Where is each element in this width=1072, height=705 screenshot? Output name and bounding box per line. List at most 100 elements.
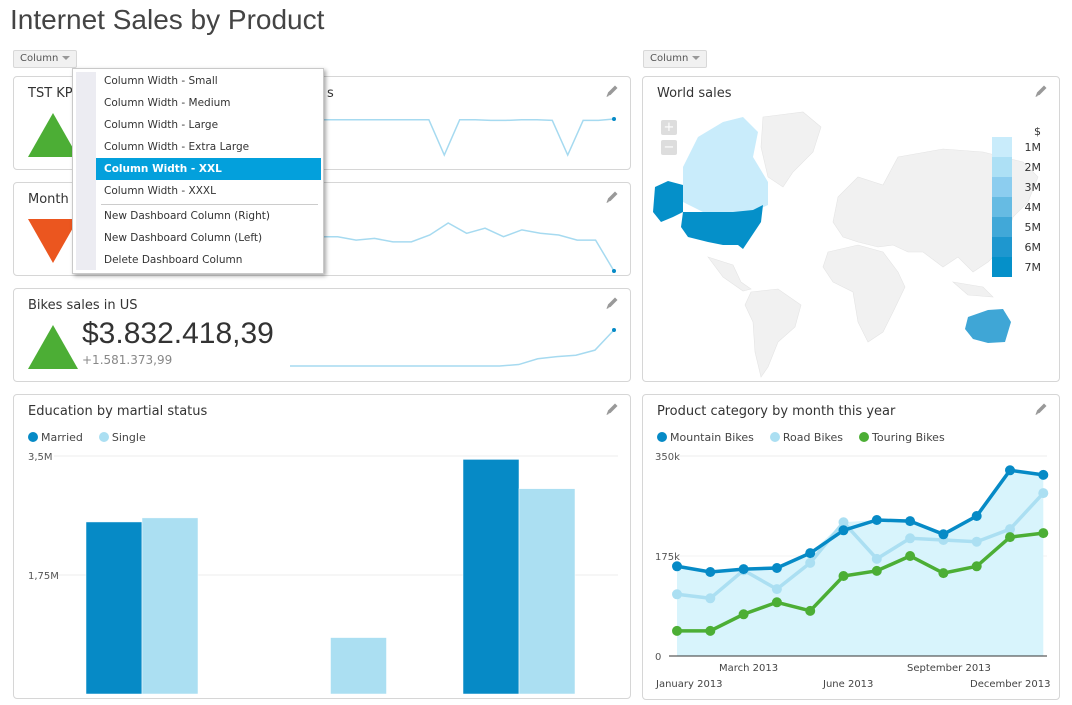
point-touring-bikes[interactable] — [705, 625, 716, 636]
point-mountain-bikes[interactable] — [971, 511, 982, 521]
point-touring-bikes[interactable] — [971, 561, 982, 572]
chevron-down-icon — [692, 56, 701, 60]
page-title: Internet Sales by Product — [10, 4, 325, 35]
map-africa — [822, 244, 906, 343]
map-legend-swatch — [992, 157, 1012, 177]
kpi-card-bikes-us: Bikes sales in US $3.832.418,39 +1.581.3… — [13, 288, 631, 382]
point-road-bikes[interactable] — [871, 553, 882, 564]
map-canada — [683, 117, 768, 212]
product-category-chart-card: Product category by month this year Moun… — [642, 394, 1060, 700]
map-australia — [965, 309, 1011, 343]
map-legend-swatch — [992, 257, 1012, 277]
point-touring-bikes[interactable] — [805, 605, 816, 616]
menu-item-width-small[interactable]: Column Width - Small — [96, 70, 321, 92]
bar-single[interactable] — [141, 517, 199, 695]
map-legend-swatch — [992, 217, 1012, 237]
world-map[interactable]: 1M 2M 3M 4M 5M 6M 7M $ — [643, 77, 1060, 382]
point-mountain-bikes[interactable] — [705, 567, 716, 577]
map-legend-label: 6M — [1025, 241, 1042, 254]
bar-married[interactable] — [462, 459, 520, 695]
column-dropdown-right[interactable]: Column — [643, 50, 708, 68]
point-road-bikes[interactable] — [805, 557, 816, 568]
sparkline-last-point — [612, 269, 616, 273]
map-legend-unit: $ — [1034, 125, 1041, 138]
menu-item-width-xxl[interactable]: Column Width - XXL — [96, 158, 321, 180]
sparkline-line — [290, 118, 615, 157]
y-tick-label: 175k — [655, 552, 680, 563]
point-road-bikes[interactable] — [971, 536, 982, 547]
point-touring-bikes[interactable] — [1005, 532, 1015, 543]
y-tick-label: 3,5M — [28, 452, 53, 463]
menu-item-width-medium[interactable]: Column Width - Medium — [96, 92, 321, 114]
point-road-bikes[interactable] — [672, 589, 682, 600]
point-road-bikes[interactable] — [905, 533, 916, 544]
map-greenland — [760, 111, 822, 188]
y-tick-label: 1,75M — [28, 571, 59, 582]
point-mountain-bikes[interactable] — [1038, 469, 1049, 480]
bar-chart: 3,5M 1,75M — [28, 452, 618, 695]
point-mountain-bikes[interactable] — [905, 516, 916, 527]
map-legend-label: 5M — [1025, 221, 1042, 234]
menu-item-width-extra-large[interactable]: Column Width - Extra Large — [96, 136, 321, 158]
education-chart-card: Education by martial status Married Sing… — [13, 394, 631, 699]
map-legend-label: 3M — [1025, 181, 1042, 194]
point-touring-bikes[interactable] — [838, 571, 849, 581]
sparkline-line — [290, 329, 615, 367]
point-road-bikes[interactable] — [705, 593, 716, 604]
y-tick-label: 0 — [655, 652, 661, 663]
map-legend-label: 1M — [1025, 141, 1042, 154]
column-label: Column — [20, 53, 59, 64]
bar-single[interactable] — [518, 488, 576, 695]
point-road-bikes[interactable] — [1038, 488, 1049, 499]
point-touring-bikes[interactable] — [938, 568, 949, 579]
point-mountain-bikes[interactable] — [738, 564, 749, 575]
point-touring-bikes[interactable] — [871, 565, 882, 576]
map-legend-label: 7M — [1025, 261, 1042, 274]
point-mountain-bikes[interactable] — [871, 515, 882, 525]
world-sales-card: World sales 1M 2M 3M 4M 5M 6M 7M $ + − — [642, 76, 1060, 382]
menu-item-width-large[interactable]: Column Width - Large — [96, 114, 321, 136]
point-touring-bikes[interactable] — [905, 551, 916, 561]
bar-single[interactable] — [330, 637, 387, 695]
zoom-out-button[interactable]: − — [661, 140, 677, 155]
x-tick-label: September 2013 — [907, 663, 991, 674]
point-mountain-bikes[interactable] — [838, 525, 849, 536]
zoom-in-button[interactable]: + — [661, 120, 677, 135]
line-chart: 350k 175k 0 January 2013 March 2013 June… — [655, 452, 1050, 690]
x-tick-label: March 2013 — [719, 663, 778, 674]
map-legend-swatch — [992, 177, 1012, 197]
point-mountain-bikes[interactable] — [1005, 465, 1015, 476]
point-touring-bikes[interactable] — [738, 609, 749, 620]
map-legend-swatch — [992, 197, 1012, 217]
chevron-down-icon — [62, 56, 71, 60]
x-tick-label: December 2013 — [970, 679, 1050, 690]
map-indonesia — [951, 281, 994, 298]
column-dropdown-left[interactable]: Column — [13, 50, 78, 68]
point-road-bikes[interactable] — [771, 584, 782, 595]
point-mountain-bikes[interactable] — [805, 548, 816, 559]
point-mountain-bikes[interactable] — [938, 529, 949, 540]
map-south-america — [744, 288, 802, 378]
menu-item-delete-column[interactable]: Delete Dashboard Column — [96, 249, 321, 271]
menu-item-new-column-right[interactable]: New Dashboard Column (Right) — [96, 205, 321, 227]
column-label: Column — [650, 53, 689, 64]
map-legend-swatch — [992, 237, 1012, 257]
x-tick-label: June 2013 — [822, 679, 873, 690]
sparkline-last-point — [612, 117, 616, 121]
menu-item-width-xxxl[interactable]: Column Width - XXXL — [96, 180, 321, 202]
bar-married[interactable] — [85, 521, 143, 695]
map-alaska — [653, 181, 683, 222]
map-legend-swatch — [992, 137, 1012, 157]
sparkline-last-point — [612, 328, 616, 332]
point-touring-bikes[interactable] — [672, 625, 682, 636]
column-menu: Column Width - Small Column Width - Medi… — [72, 68, 324, 274]
map-legend-label: 4M — [1025, 201, 1042, 214]
menu-gutter — [76, 72, 96, 270]
point-touring-bikes[interactable] — [771, 597, 782, 608]
point-mountain-bikes[interactable] — [771, 563, 782, 573]
x-tick-label: January 2013 — [655, 679, 723, 690]
map-legend-label: 2M — [1025, 161, 1042, 174]
menu-item-new-column-left[interactable]: New Dashboard Column (Left) — [96, 227, 321, 249]
y-tick-label: 350k — [655, 452, 680, 463]
point-touring-bikes[interactable] — [1038, 528, 1049, 539]
